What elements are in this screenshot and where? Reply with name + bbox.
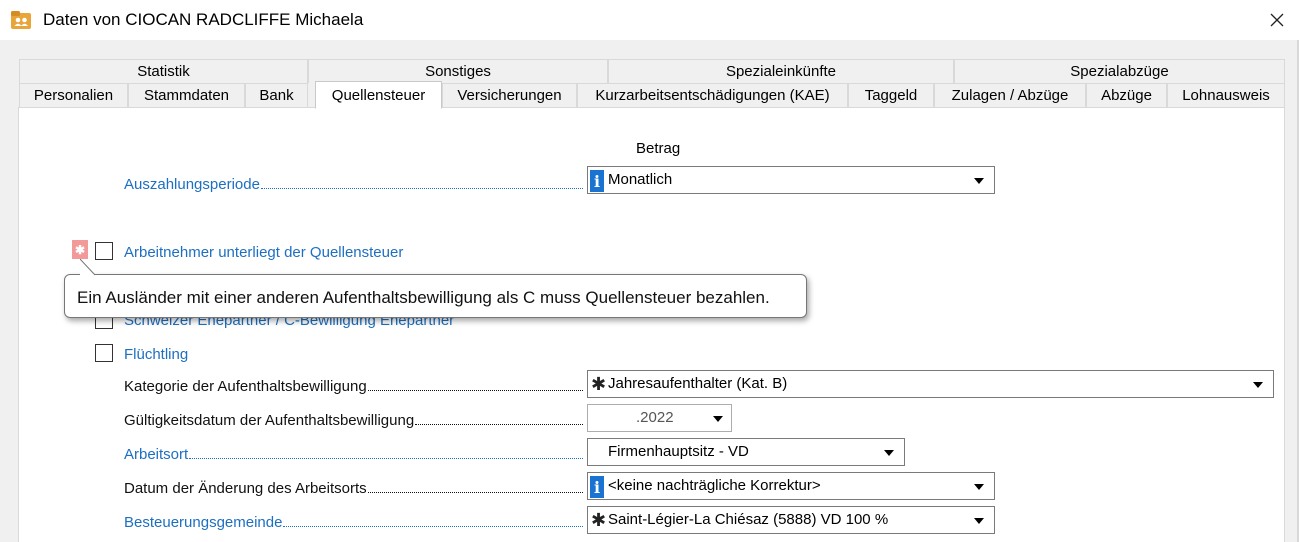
tab-sonstiges[interactable]: Sonstiges xyxy=(308,59,608,83)
dotted-leader xyxy=(415,421,583,425)
chevron-down-icon xyxy=(974,178,984,184)
tab-statistik[interactable]: Statistik xyxy=(19,59,308,83)
tab-spezialeinkuenfte[interactable]: Spezialeinkünfte xyxy=(608,59,954,83)
chevron-down-icon xyxy=(713,416,723,422)
arbeitsort-value: Firmenhauptsitz - VD xyxy=(608,443,749,460)
datum-aenderung-label: Datum der Änderung des Arbeitsorts xyxy=(124,480,583,497)
auszahlungsperiode-label: Auszahlungsperiode xyxy=(124,176,583,193)
dotted-leader xyxy=(260,185,583,189)
info-icon: i xyxy=(590,476,604,498)
info-icon: i xyxy=(590,170,604,192)
tab-stammdaten[interactable]: Stammdaten xyxy=(128,83,245,108)
besteuerungsgemeinde-text: Besteuerungsgemeinde xyxy=(124,514,283,531)
close-button[interactable] xyxy=(1255,0,1299,40)
chevron-down-icon xyxy=(1253,382,1263,388)
tab-quellensteuer[interactable]: Quellensteuer xyxy=(315,81,442,109)
close-icon xyxy=(1270,13,1284,27)
fluechtling-label: Flüchtling xyxy=(124,346,189,363)
auszahlungsperiode-text: Auszahlungsperiode xyxy=(124,176,260,193)
arbeitsort-text: Arbeitsort xyxy=(124,446,189,463)
kategorie-text: Kategorie der Aufenthaltsbewilligung xyxy=(124,378,367,395)
title-bar: Daten von CIOCAN RADCLIFFE Michaela xyxy=(0,0,1299,40)
kategorie-label: Kategorie der Aufenthaltsbewilligung xyxy=(124,378,583,395)
tooltip-pointer xyxy=(80,259,96,276)
besteuerungsgemeinde-value: Saint-Légier-La Chiésaz (5888) VD 100 % xyxy=(608,511,889,528)
tooltip-text: Ein Ausländer mit einer anderen Aufentha… xyxy=(77,288,770,307)
besteuerungsgemeinde-select[interactable]: ✱ Saint-Légier-La Chiésaz (5888) VD 100 … xyxy=(587,506,995,534)
dotted-leader xyxy=(283,523,583,527)
dotted-leader xyxy=(189,455,583,459)
auszahlungsperiode-value: Monatlich xyxy=(608,171,673,188)
besteuerungsgemeinde-label: Besteuerungsgemeinde xyxy=(124,514,583,531)
asterisk-icon: ✱ xyxy=(591,510,607,530)
kategorie-select[interactable]: ✱ Jahresaufenthalter (Kat. B) xyxy=(587,370,1274,398)
tab-zulagen-abzuege[interactable]: Zulagen / Abzüge xyxy=(934,83,1086,108)
unterliegt-qst-checkbox[interactable] xyxy=(95,242,113,260)
gueltigkeit-date-picker[interactable]: .2022 xyxy=(587,404,732,432)
datum-aenderung-select[interactable]: i <keine nachträgliche Korrektur> xyxy=(587,472,995,500)
tab-taggeld[interactable]: Taggeld xyxy=(848,83,934,108)
tab-abzuege[interactable]: Abzüge xyxy=(1086,83,1167,108)
arbeitsort-select[interactable]: Firmenhauptsitz - VD xyxy=(587,438,905,466)
arbeitsort-label: Arbeitsort xyxy=(124,446,583,463)
tooltip: Ein Ausländer mit einer anderen Aufentha… xyxy=(64,274,807,318)
chevron-down-icon xyxy=(884,450,894,456)
tab-kae[interactable]: Kurzarbeitsentschädigungen (KAE) xyxy=(577,83,848,108)
kategorie-value: Jahresaufenthalter (Kat. B) xyxy=(608,375,788,392)
required-marker-icon: ✱ xyxy=(72,240,88,259)
dotted-leader xyxy=(367,489,583,493)
tab-bank[interactable]: Bank xyxy=(245,83,308,108)
gueltigkeit-text: Gültigkeitsdatum der Aufenthaltsbewillig… xyxy=(124,412,415,429)
auszahlungsperiode-select[interactable]: i Monatlich xyxy=(587,166,995,194)
tab-versicherungen[interactable]: Versicherungen xyxy=(442,83,577,108)
window-title: Daten von CIOCAN RADCLIFFE Michaela xyxy=(43,10,364,29)
chevron-down-icon xyxy=(974,484,984,490)
fluechtling-checkbox[interactable] xyxy=(95,344,113,362)
gueltigkeit-value: .2022 xyxy=(636,409,674,426)
datum-aenderung-value: <keine nachträgliche Korrektur> xyxy=(608,477,821,494)
asterisk-icon: ✱ xyxy=(591,374,607,394)
contacts-folder-icon xyxy=(11,11,31,29)
tab-lohnausweis[interactable]: Lohnausweis xyxy=(1167,83,1285,108)
dotted-leader xyxy=(367,387,583,391)
tab-personalien[interactable]: Personalien xyxy=(19,83,128,108)
tab-spezialabzuege[interactable]: Spezialabzüge xyxy=(954,59,1285,83)
unterliegt-qst-label: Arbeitnehmer unterliegt der Quellensteue… xyxy=(124,244,404,261)
gueltigkeit-label: Gültigkeitsdatum der Aufenthaltsbewillig… xyxy=(124,412,583,429)
column-heading-betrag: Betrag xyxy=(636,140,681,157)
chevron-down-icon xyxy=(974,518,984,524)
datum-aenderung-text: Datum der Änderung des Arbeitsorts xyxy=(124,480,367,497)
